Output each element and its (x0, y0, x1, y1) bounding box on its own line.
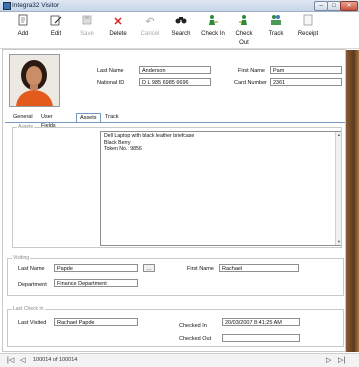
person-check-out-icon (230, 14, 258, 30)
assets-scrollbar[interactable]: ▲ ▼ (335, 132, 341, 245)
first-name-label: First Name (238, 68, 265, 74)
card-number-label: Card Number (234, 80, 268, 86)
visiting-group-title: Visiting (12, 255, 31, 262)
background-desktop-strip (346, 50, 359, 352)
tab-track[interactable]: Track (102, 113, 122, 122)
add-button[interactable]: Add (9, 14, 37, 39)
minimize-button[interactable]: – (314, 1, 328, 11)
receipt-button[interactable]: Receipt (294, 14, 322, 39)
department-input[interactable]: Finance Department (54, 279, 138, 287)
save-icon (73, 14, 101, 30)
asset-line: Token No.: 9856 (104, 146, 142, 152)
search-button[interactable]: Search (167, 14, 195, 39)
toolbar: Add Edit Save ✕ Delete ↶ Cancel Search C… (0, 12, 359, 49)
card-number-input[interactable]: 2361 (270, 78, 342, 86)
browse-host-button[interactable]: ... (143, 264, 155, 272)
visiting-first-name-label: First Name (187, 266, 214, 272)
undo-icon: ↶ (145, 16, 155, 28)
assets-group-title: Assets (17, 124, 35, 131)
maximize-button[interactable]: □ (327, 1, 341, 11)
department-label: Department (18, 282, 47, 288)
checked-out-input[interactable] (222, 334, 300, 342)
tab-general[interactable]: General (10, 113, 36, 122)
first-record-icon[interactable]: |◁ (7, 356, 14, 365)
window-title: Integra32 Visitor (12, 2, 60, 9)
tab-user-fields[interactable]: User Fields (38, 113, 59, 129)
delete-x-icon: ✕ (113, 16, 123, 28)
visiting-last-name-label: Last Name (18, 266, 45, 272)
last-visited-input[interactable]: Rachael Papde (54, 318, 138, 326)
add-document-icon (9, 14, 37, 30)
record-navigation-bar: |◁ ◁ 100014 of 100014 ▷ ▷| (0, 353, 359, 367)
binoculars-icon (167, 14, 195, 30)
next-record-icon[interactable]: ▷ (326, 356, 331, 365)
first-name-input[interactable]: Pam (270, 66, 342, 74)
check-out-button[interactable]: Check Out (230, 14, 258, 48)
last-name-input[interactable]: Anderson (139, 66, 211, 74)
scroll-down-icon[interactable]: ▼ (336, 239, 342, 245)
visiting-last-name-input[interactable]: Papde (54, 264, 138, 272)
cancel-button[interactable]: ↶ Cancel (136, 14, 164, 39)
check-in-button[interactable]: Check In (199, 14, 227, 39)
checked-out-label: Checked Out (179, 336, 212, 342)
last-visited-label: Last Visited (18, 320, 47, 326)
assets-textarea[interactable]: Dell Laptop with black leather briefcase… (100, 131, 341, 246)
last-name-label: Last Name (97, 68, 124, 74)
visiting-first-name-input[interactable]: Rachael (219, 264, 299, 272)
tab-divider (5, 122, 345, 123)
people-track-icon (262, 14, 290, 30)
person-check-in-icon (199, 14, 227, 30)
checked-in-input[interactable]: 20/03/2007 8:41:25 AM (222, 318, 300, 326)
last-check-in-group-title: Last Check In (12, 306, 45, 313)
receipt-icon (294, 14, 322, 30)
delete-button[interactable]: ✕ Delete (104, 14, 132, 39)
app-icon (3, 2, 11, 10)
national-id-input[interactable]: D L 985 6985 6696 (139, 78, 211, 86)
edit-icon (42, 14, 70, 30)
scroll-up-icon[interactable]: ▲ (336, 132, 342, 138)
last-record-icon[interactable]: ▷| (338, 356, 345, 365)
save-button[interactable]: Save (73, 14, 101, 39)
checked-in-label: Checked In (179, 323, 207, 329)
title-bar: Integra32 Visitor – □ ✕ (0, 0, 359, 12)
national-id-label: National ID (97, 80, 125, 86)
track-button[interactable]: Track (262, 14, 290, 39)
visitor-photo (9, 54, 60, 107)
previous-record-icon[interactable]: ◁ (20, 356, 25, 365)
close-button[interactable]: ✕ (340, 1, 358, 11)
edit-button[interactable]: Edit (42, 14, 70, 39)
record-position-text: 100014 of 100014 (33, 357, 78, 363)
